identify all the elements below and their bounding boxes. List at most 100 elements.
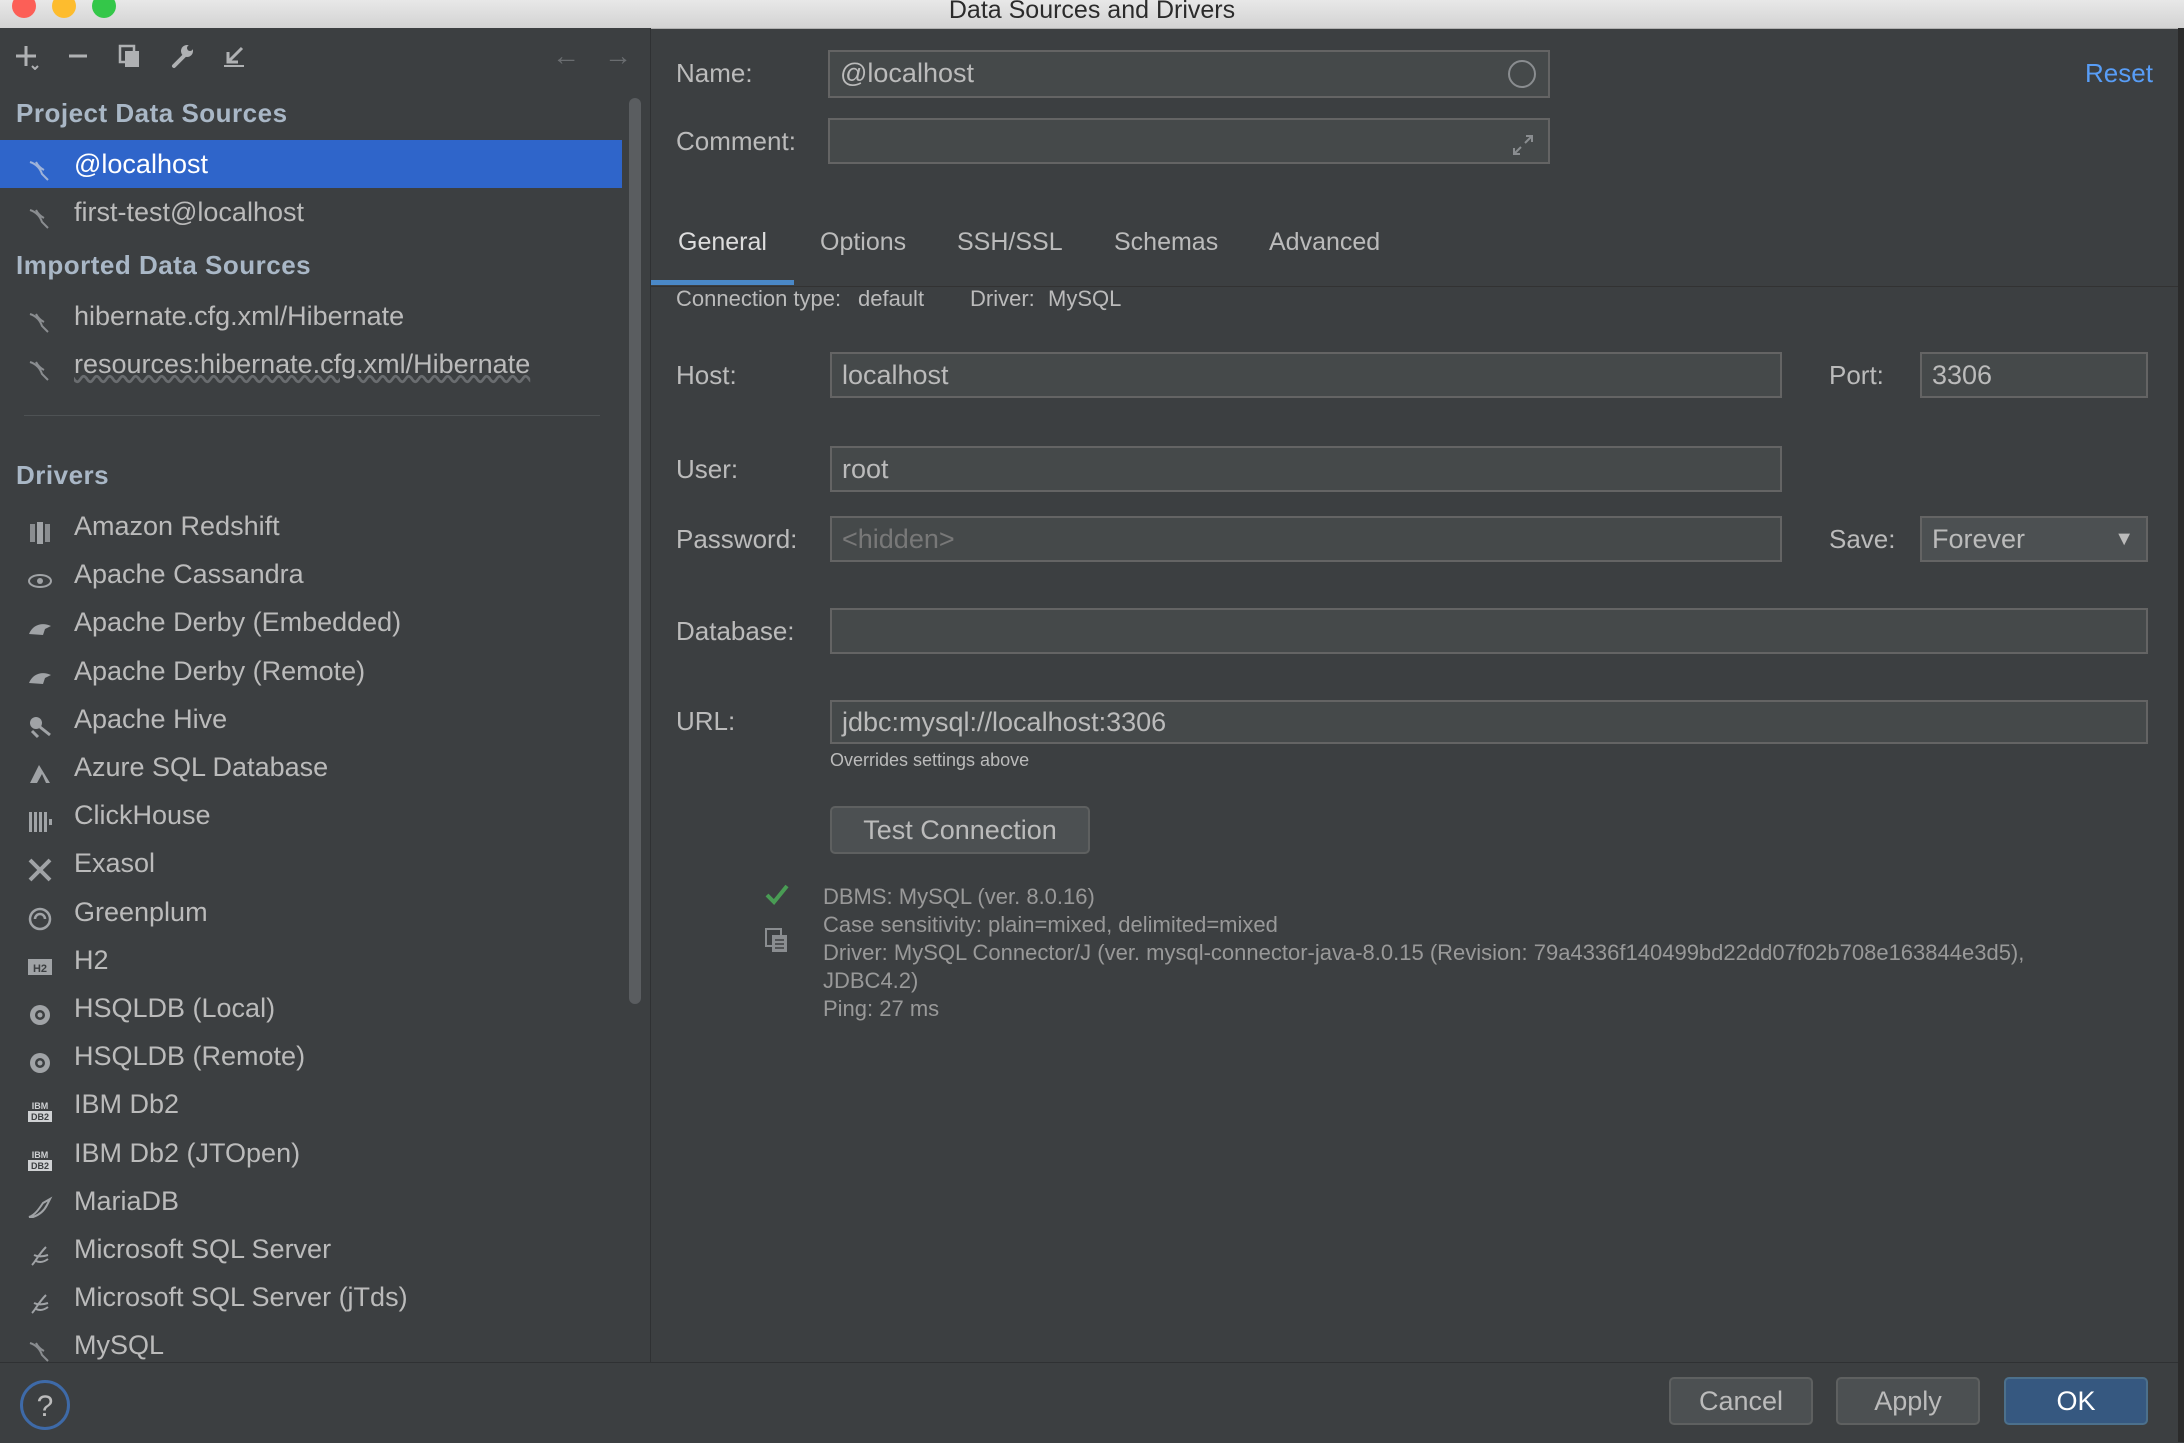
expand-icon[interactable] <box>1510 128 1536 162</box>
window-title: Data Sources and Drivers <box>948 0 1236 24</box>
clickhouse-icon <box>26 802 54 832</box>
mysql-icon <box>26 351 54 381</box>
svg-text:IBM: IBM <box>32 1101 49 1111</box>
data-source-label: first-test@localhost <box>74 197 304 227</box>
forward-arrow-icon[interactable]: → <box>602 40 634 72</box>
imported-source-item[interactable]: hibernate.cfg.xml/Hibernate <box>0 292 622 340</box>
mssql-icon <box>26 1236 54 1266</box>
imported-source-item[interactable]: resources:hibernate.cfg.xml/Hibernate <box>0 340 622 388</box>
data-source-label: @localhost <box>74 149 208 179</box>
data-source-label: resources:hibernate.cfg.xml/Hibernate <box>74 349 531 379</box>
save-dropdown[interactable]: Forever ▼ <box>1920 516 2148 562</box>
tab-schemas[interactable]: Schemas <box>1114 228 1218 257</box>
driver-label: Apache Hive <box>74 704 228 734</box>
user-label: User: <box>676 454 739 484</box>
driver-label: HSQLDB (Remote) <box>74 1041 306 1071</box>
url-hint: Overrides settings above <box>830 750 1030 770</box>
color-circle-icon[interactable] <box>1508 60 1536 88</box>
save-label: Save: <box>1829 524 1896 554</box>
drivers-heading: Drivers <box>16 460 110 490</box>
mariadb-icon <box>26 1188 54 1218</box>
greenplum-icon <box>26 899 54 931</box>
add-icon[interactable] <box>10 40 42 72</box>
driver-label: Microsoft SQL Server <box>74 1234 332 1264</box>
reset-link[interactable]: Reset <box>2085 58 2153 89</box>
help-button[interactable]: ? <box>20 1380 70 1430</box>
cancel-button[interactable]: Cancel <box>1669 1377 1813 1425</box>
sidebar-scrollbar[interactable] <box>629 98 641 1004</box>
azure-icon <box>26 754 54 783</box>
copy-icon[interactable] <box>763 926 791 959</box>
imported-data-sources-heading: Imported Data Sources <box>16 250 312 280</box>
driver-label: IBM Db2 <box>74 1089 180 1119</box>
redshift-icon <box>26 513 54 544</box>
database-input[interactable] <box>830 608 2148 654</box>
exasol-icon <box>26 850 54 882</box>
result-case-sensitivity: Case sensitivity: plain=mixed, delimited… <box>823 912 1278 937</box>
driver-item[interactable]: Apache Cassandra <box>0 550 622 598</box>
driver-item[interactable]: HSQLDB (Local) <box>0 984 622 1032</box>
password-label: Password: <box>676 524 798 554</box>
active-tab-indicator <box>651 280 794 285</box>
driver-link[interactable]: MySQL <box>1048 286 1121 312</box>
h2-icon: H2 <box>26 947 54 975</box>
tab-ssh-ssl[interactable]: SSH/SSL <box>957 228 1063 257</box>
success-check-icon <box>763 880 791 913</box>
data-source-item-first-test[interactable]: first-test@localhost <box>0 188 622 236</box>
connection-type-link[interactable]: default <box>858 286 924 312</box>
derby-icon <box>26 658 54 684</box>
port-input[interactable]: 3306 <box>1920 352 2148 398</box>
user-input[interactable]: root <box>830 446 1782 492</box>
port-label: Port: <box>1829 360 1884 390</box>
test-connection-button[interactable]: Test Connection <box>830 806 1090 854</box>
ok-button[interactable]: OK <box>2004 1377 2148 1425</box>
svg-text:H2: H2 <box>33 963 47 975</box>
driver-item[interactable]: Microsoft SQL Server (jTds) <box>0 1273 622 1321</box>
apply-button[interactable]: Apply <box>1836 1377 1980 1425</box>
db2-icon: IBM DB2 <box>26 1140 54 1171</box>
tab-options[interactable]: Options <box>820 228 906 257</box>
driver-item[interactable]: Microsoft SQL Server <box>0 1225 622 1273</box>
comment-field[interactable] <box>828 118 1550 164</box>
driver-item[interactable]: Exasol <box>0 839 622 887</box>
back-arrow-icon[interactable]: ← <box>550 40 582 72</box>
import-icon[interactable] <box>218 40 250 72</box>
driver-label: Exasol <box>74 848 156 878</box>
driver-item[interactable]: Greenplum <box>0 888 622 936</box>
url-label: URL: <box>676 706 736 736</box>
driver-item[interactable]: Azure SQL Database <box>0 743 622 791</box>
driver-item[interactable]: ClickHouse <box>0 791 622 839</box>
window-titlebar: Data Sources and Drivers <box>0 0 2184 29</box>
driver-label: MariaDB <box>74 1186 180 1216</box>
driver-item[interactable]: H2 H2 <box>0 936 622 984</box>
tab-advanced[interactable]: Advanced <box>1269 228 1380 257</box>
mysql-icon <box>26 1332 54 1362</box>
driver-item[interactable]: IBM DB2 IBM Db2 <box>0 1080 622 1128</box>
driver-item[interactable]: HSQLDB (Remote) <box>0 1032 622 1080</box>
driver-item[interactable]: Apache Hive <box>0 695 622 743</box>
url-input[interactable]: jdbc:mysql://localhost:3306 <box>830 700 2148 744</box>
host-label: Host: <box>676 360 737 390</box>
data-source-item-localhost[interactable]: @localhost <box>0 140 622 188</box>
hive-icon <box>26 706 54 739</box>
driver-label: Apache Derby (Remote) <box>74 656 366 686</box>
name-field[interactable]: @localhost <box>828 50 1550 98</box>
driver-item[interactable]: IBM DB2 IBM Db2 (JTOpen) <box>0 1129 622 1177</box>
hsqldb-icon <box>26 995 54 1025</box>
duplicate-icon[interactable] <box>114 40 146 72</box>
driver-item[interactable]: MariaDB <box>0 1177 622 1225</box>
host-input[interactable]: localhost <box>830 352 1782 398</box>
driver-label: ClickHouse <box>74 800 211 830</box>
driver-item[interactable]: Apache Derby (Remote) <box>0 647 622 695</box>
tab-general[interactable]: General <box>678 228 767 257</box>
password-input[interactable]: <hidden> <box>830 516 1782 562</box>
wrench-icon[interactable] <box>166 40 198 72</box>
connection-type-label: Connection type: <box>676 286 842 311</box>
data-source-settings: Name: @localhost Reset Comment: General … <box>651 28 2184 1362</box>
remove-icon[interactable] <box>62 40 94 72</box>
project-data-sources-heading: Project Data Sources <box>16 98 288 128</box>
driver-item[interactable]: Amazon Redshift <box>0 502 622 550</box>
sidebar-toolbar: ← → <box>0 28 650 84</box>
comment-label: Comment: <box>676 126 796 156</box>
driver-item[interactable]: Apache Derby (Embedded) <box>0 598 622 646</box>
